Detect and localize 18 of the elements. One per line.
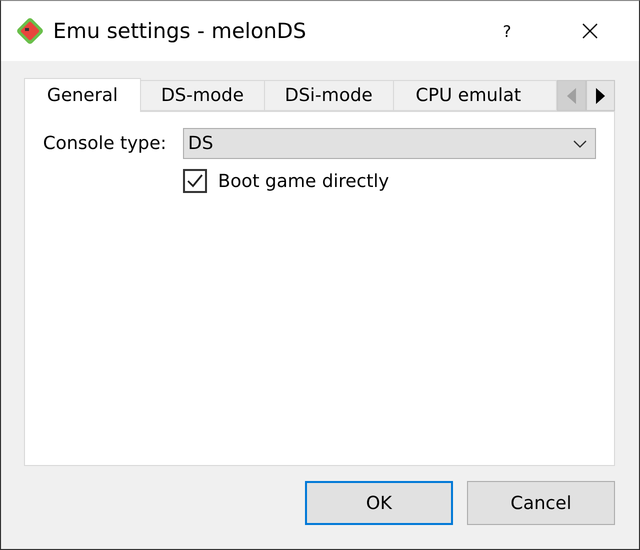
check-icon [187,174,203,188]
console-type-dropdown[interactable]: DS [183,128,596,159]
chevron-down-icon [573,140,587,148]
left-triangle-icon [567,88,576,104]
cancel-button[interactable]: Cancel [467,481,615,525]
checkbox-label: Boot game directly [218,170,390,192]
right-triangle-icon [596,88,605,104]
checkbox[interactable] [183,169,207,193]
tab-scroll-button[interactable] [586,80,615,111]
close-icon [582,23,598,39]
tab[interactable]: General [24,78,141,112]
window-title: Emu settings - melonDS [53,19,308,43]
tab[interactable]: CPU emulat [394,80,557,111]
ok-button[interactable]: OK [305,481,453,525]
field-label: Console type: [43,133,168,154]
tab[interactable]: DSi-mode [264,80,394,111]
tab[interactable]: DS-mode [140,80,265,111]
help-button[interactable]: ? [487,22,527,40]
